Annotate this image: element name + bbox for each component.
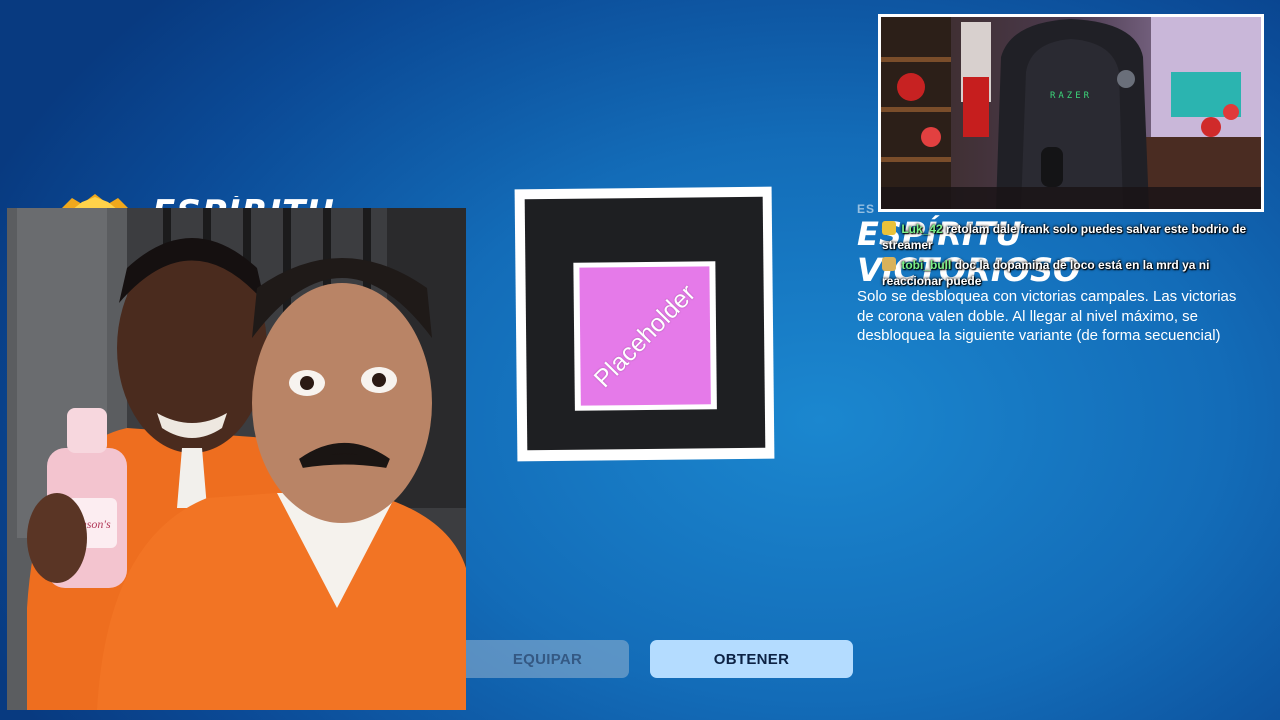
- placeholder-image: Placeholder: [579, 266, 711, 406]
- chair-brand: RAZER: [1050, 91, 1092, 101]
- item-description: Solo se desbloquea con victorias campale…: [857, 288, 1237, 344]
- chat-username: tobi_bull: [901, 258, 952, 272]
- chat-username: Luk_42: [901, 222, 943, 236]
- placeholder-card: Placeholder: [573, 261, 717, 411]
- webcam-overlay: RAZER: [878, 14, 1264, 212]
- emote-icon: [882, 257, 896, 271]
- placeholder-label: Placeholder: [588, 278, 701, 393]
- chat-message: Luk_42 retolam dale frank solo puedes sa…: [882, 221, 1262, 253]
- overlay-photo: Johnson's: [7, 208, 466, 710]
- item-preview-frame: Placeholder: [514, 186, 775, 462]
- item-type-label: ES: [857, 202, 876, 216]
- stream-chat: Luk_42 retolam dale frank solo puedes sa…: [882, 221, 1262, 293]
- get-button[interactable]: OBTENER: [650, 640, 853, 678]
- equip-button[interactable]: EQUIPAR: [466, 640, 629, 678]
- chat-message: tobi_bull doc la dopamina de loco está e…: [882, 257, 1262, 289]
- item-preview-area: Placeholder: [524, 196, 766, 451]
- emote-icon: [882, 221, 896, 235]
